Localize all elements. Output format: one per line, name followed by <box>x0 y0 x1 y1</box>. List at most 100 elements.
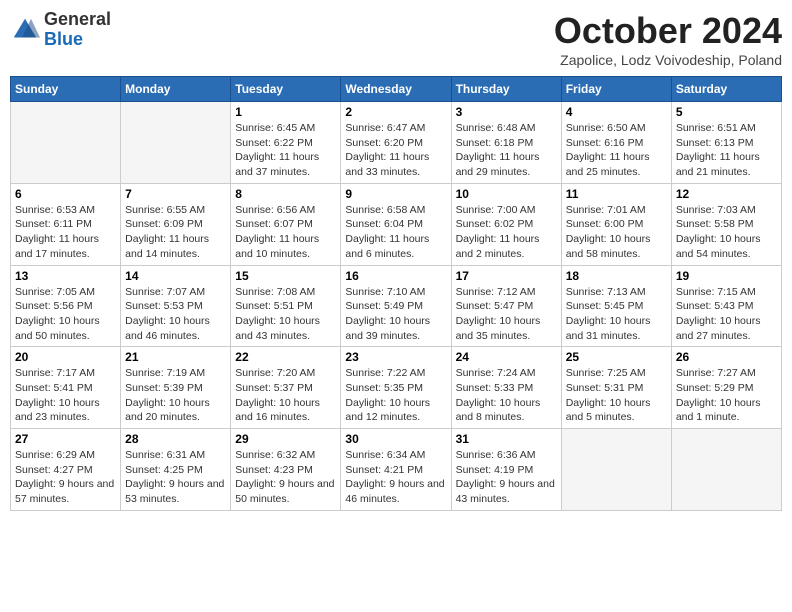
day-info: Sunrise: 6:34 AMSunset: 4:21 PMDaylight:… <box>345 448 446 507</box>
day-number: 27 <box>15 432 116 446</box>
day-number: 19 <box>676 269 777 283</box>
day-info: Sunrise: 6:45 AMSunset: 6:22 PMDaylight:… <box>235 121 336 180</box>
day-info: Sunrise: 6:36 AMSunset: 4:19 PMDaylight:… <box>456 448 557 507</box>
day-number: 18 <box>566 269 667 283</box>
day-cell-3-4: 16 Sunrise: 7:10 AMSunset: 5:49 PMDayligh… <box>341 265 451 347</box>
day-cell-4-4: 23 Sunrise: 7:22 AMSunset: 5:35 PMDayligh… <box>341 347 451 429</box>
day-info: Sunrise: 6:31 AMSunset: 4:25 PMDaylight:… <box>125 448 226 507</box>
day-number: 22 <box>235 350 336 364</box>
page-header: General Blue October 2024 Zapolice, Lodz… <box>10 10 782 68</box>
day-cell-2-5: 10Sunrise: 7:00 AMSunset: 6:02 PMDayligh… <box>451 183 561 265</box>
day-info: Sunrise: 7:05 AMSunset: 5:56 PMDaylight:… <box>15 285 116 344</box>
day-info: Sunrise: 7:03 AMSunset: 5:58 PMDaylight:… <box>676 203 777 262</box>
day-cell-5-2: 28Sunrise: 6:31 AMSunset: 4:25 PMDayligh… <box>121 429 231 511</box>
day-info: Sunrise: 6:47 AMSunset: 6:20 PMDaylight:… <box>345 121 446 180</box>
day-number: 25 <box>566 350 667 364</box>
calendar-table: Sunday Monday Tuesday Wednesday Thursday… <box>10 76 782 511</box>
month-title: October 2024 <box>554 10 782 52</box>
day-number: 4 <box>566 105 667 119</box>
day-number: 21 <box>125 350 226 364</box>
day-info: Sunrise: 7:24 AMSunset: 5:33 PMDaylight:… <box>456 366 557 425</box>
day-number: 9 <box>345 187 446 201</box>
day-cell-2-1: 6Sunrise: 6:53 AMSunset: 6:11 PMDaylight… <box>11 183 121 265</box>
day-number: 13 <box>15 269 116 283</box>
day-info: Sunrise: 7:25 AMSunset: 5:31 PMDaylight:… <box>566 366 667 425</box>
day-cell-2-2: 7Sunrise: 6:55 AMSunset: 6:09 PMDaylight… <box>121 183 231 265</box>
day-cell-1-3: 1 Sunrise: 6:45 AMSunset: 6:22 PMDaylight… <box>231 102 341 184</box>
day-number: 20 <box>15 350 116 364</box>
day-number: 7 <box>125 187 226 201</box>
week-row-4: 20 Sunrise: 7:17 AMSunset: 5:41 PMDayligh… <box>11 347 782 429</box>
day-info: Sunrise: 6:48 AMSunset: 6:18 PMDaylight:… <box>456 121 557 180</box>
day-cell-4-7: 26Sunrise: 7:27 AMSunset: 5:29 PMDayligh… <box>671 347 781 429</box>
day-number: 5 <box>676 105 777 119</box>
day-cell-5-6 <box>561 429 671 511</box>
day-cell-2-4: 9 Sunrise: 6:58 AMSunset: 6:04 PMDaylight… <box>341 183 451 265</box>
day-cell-5-5: 31 Sunrise: 6:36 AMSunset: 4:19 PMDayligh… <box>451 429 561 511</box>
day-number: 24 <box>456 350 557 364</box>
day-cell-3-7: 19 Sunrise: 7:15 AMSunset: 5:43 PMDayligh… <box>671 265 781 347</box>
day-cell-3-6: 18 Sunrise: 7:13 AMSunset: 5:45 PMDayligh… <box>561 265 671 347</box>
day-number: 14 <box>125 269 226 283</box>
day-info: Sunrise: 7:22 AMSunset: 5:35 PMDaylight:… <box>345 366 446 425</box>
day-cell-1-6: 4Sunrise: 6:50 AMSunset: 6:16 PMDaylight… <box>561 102 671 184</box>
day-number: 31 <box>456 432 557 446</box>
day-cell-5-7 <box>671 429 781 511</box>
day-number: 23 <box>345 350 446 364</box>
day-number: 29 <box>235 432 336 446</box>
title-area: October 2024 Zapolice, Lodz Voivodeship,… <box>554 10 782 68</box>
day-number: 1 <box>235 105 336 119</box>
day-cell-2-7: 12 Sunrise: 7:03 AMSunset: 5:58 PMDayligh… <box>671 183 781 265</box>
day-info: Sunrise: 7:19 AMSunset: 5:39 PMDaylight:… <box>125 366 226 425</box>
day-number: 17 <box>456 269 557 283</box>
day-cell-1-2 <box>121 102 231 184</box>
day-cell-1-1 <box>11 102 121 184</box>
day-cell-1-5: 3Sunrise: 6:48 AMSunset: 6:18 PMDaylight… <box>451 102 561 184</box>
day-info: Sunrise: 7:13 AMSunset: 5:45 PMDaylight:… <box>566 285 667 344</box>
day-cell-1-7: 5 Sunrise: 6:51 AMSunset: 6:13 PMDaylight… <box>671 102 781 184</box>
day-info: Sunrise: 6:53 AMSunset: 6:11 PMDaylight:… <box>15 203 116 262</box>
day-info: Sunrise: 7:07 AMSunset: 5:53 PMDaylight:… <box>125 285 226 344</box>
header-friday: Friday <box>561 77 671 102</box>
header-monday: Monday <box>121 77 231 102</box>
day-number: 8 <box>235 187 336 201</box>
day-info: Sunrise: 7:01 AMSunset: 6:00 PMDaylight:… <box>566 203 667 262</box>
day-info: Sunrise: 6:29 AMSunset: 4:27 PMDaylight:… <box>15 448 116 507</box>
logo-text: General Blue <box>44 10 111 50</box>
day-cell-2-3: 8 Sunrise: 6:56 AMSunset: 6:07 PMDaylight… <box>231 183 341 265</box>
day-cell-3-5: 17 Sunrise: 7:12 AMSunset: 5:47 PMDayligh… <box>451 265 561 347</box>
day-number: 10 <box>456 187 557 201</box>
day-cell-4-2: 21 Sunrise: 7:19 AMSunset: 5:39 PMDayligh… <box>121 347 231 429</box>
day-cell-4-3: 22Sunrise: 7:20 AMSunset: 5:37 PMDayligh… <box>231 347 341 429</box>
day-cell-4-1: 20 Sunrise: 7:17 AMSunset: 5:41 PMDayligh… <box>11 347 121 429</box>
day-cell-2-6: 11Sunrise: 7:01 AMSunset: 6:00 PMDayligh… <box>561 183 671 265</box>
week-row-5: 27 Sunrise: 6:29 AMSunset: 4:27 PMDayligh… <box>11 429 782 511</box>
day-info: Sunrise: 7:17 AMSunset: 5:41 PMDaylight:… <box>15 366 116 425</box>
day-info: Sunrise: 6:58 AMSunset: 6:04 PMDaylight:… <box>345 203 446 262</box>
header-wednesday: Wednesday <box>341 77 451 102</box>
day-info: Sunrise: 7:08 AMSunset: 5:51 PMDaylight:… <box>235 285 336 344</box>
day-info: Sunrise: 6:51 AMSunset: 6:13 PMDaylight:… <box>676 121 777 180</box>
day-number: 30 <box>345 432 446 446</box>
day-cell-4-6: 25 Sunrise: 7:25 AMSunset: 5:31 PMDayligh… <box>561 347 671 429</box>
logo: General Blue <box>10 10 111 50</box>
logo-icon <box>10 15 40 45</box>
day-cell-5-4: 30 Sunrise: 6:34 AMSunset: 4:21 PMDayligh… <box>341 429 451 511</box>
day-number: 2 <box>345 105 446 119</box>
day-number: 15 <box>235 269 336 283</box>
day-info: Sunrise: 6:56 AMSunset: 6:07 PMDaylight:… <box>235 203 336 262</box>
header-sunday: Sunday <box>11 77 121 102</box>
day-info: Sunrise: 7:10 AMSunset: 5:49 PMDaylight:… <box>345 285 446 344</box>
day-info: Sunrise: 7:15 AMSunset: 5:43 PMDaylight:… <box>676 285 777 344</box>
day-cell-5-3: 29 Sunrise: 6:32 AMSunset: 4:23 PMDayligh… <box>231 429 341 511</box>
day-info: Sunrise: 6:32 AMSunset: 4:23 PMDaylight:… <box>235 448 336 507</box>
logo-general-text: General <box>44 10 111 30</box>
week-row-2: 6Sunrise: 6:53 AMSunset: 6:11 PMDaylight… <box>11 183 782 265</box>
day-number: 16 <box>345 269 446 283</box>
day-cell-3-1: 13 Sunrise: 7:05 AMSunset: 5:56 PMDayligh… <box>11 265 121 347</box>
day-info: Sunrise: 7:12 AMSunset: 5:47 PMDaylight:… <box>456 285 557 344</box>
day-cell-3-2: 14 Sunrise: 7:07 AMSunset: 5:53 PMDayligh… <box>121 265 231 347</box>
header-tuesday: Tuesday <box>231 77 341 102</box>
logo-blue-text: Blue <box>44 30 111 50</box>
day-number: 12 <box>676 187 777 201</box>
